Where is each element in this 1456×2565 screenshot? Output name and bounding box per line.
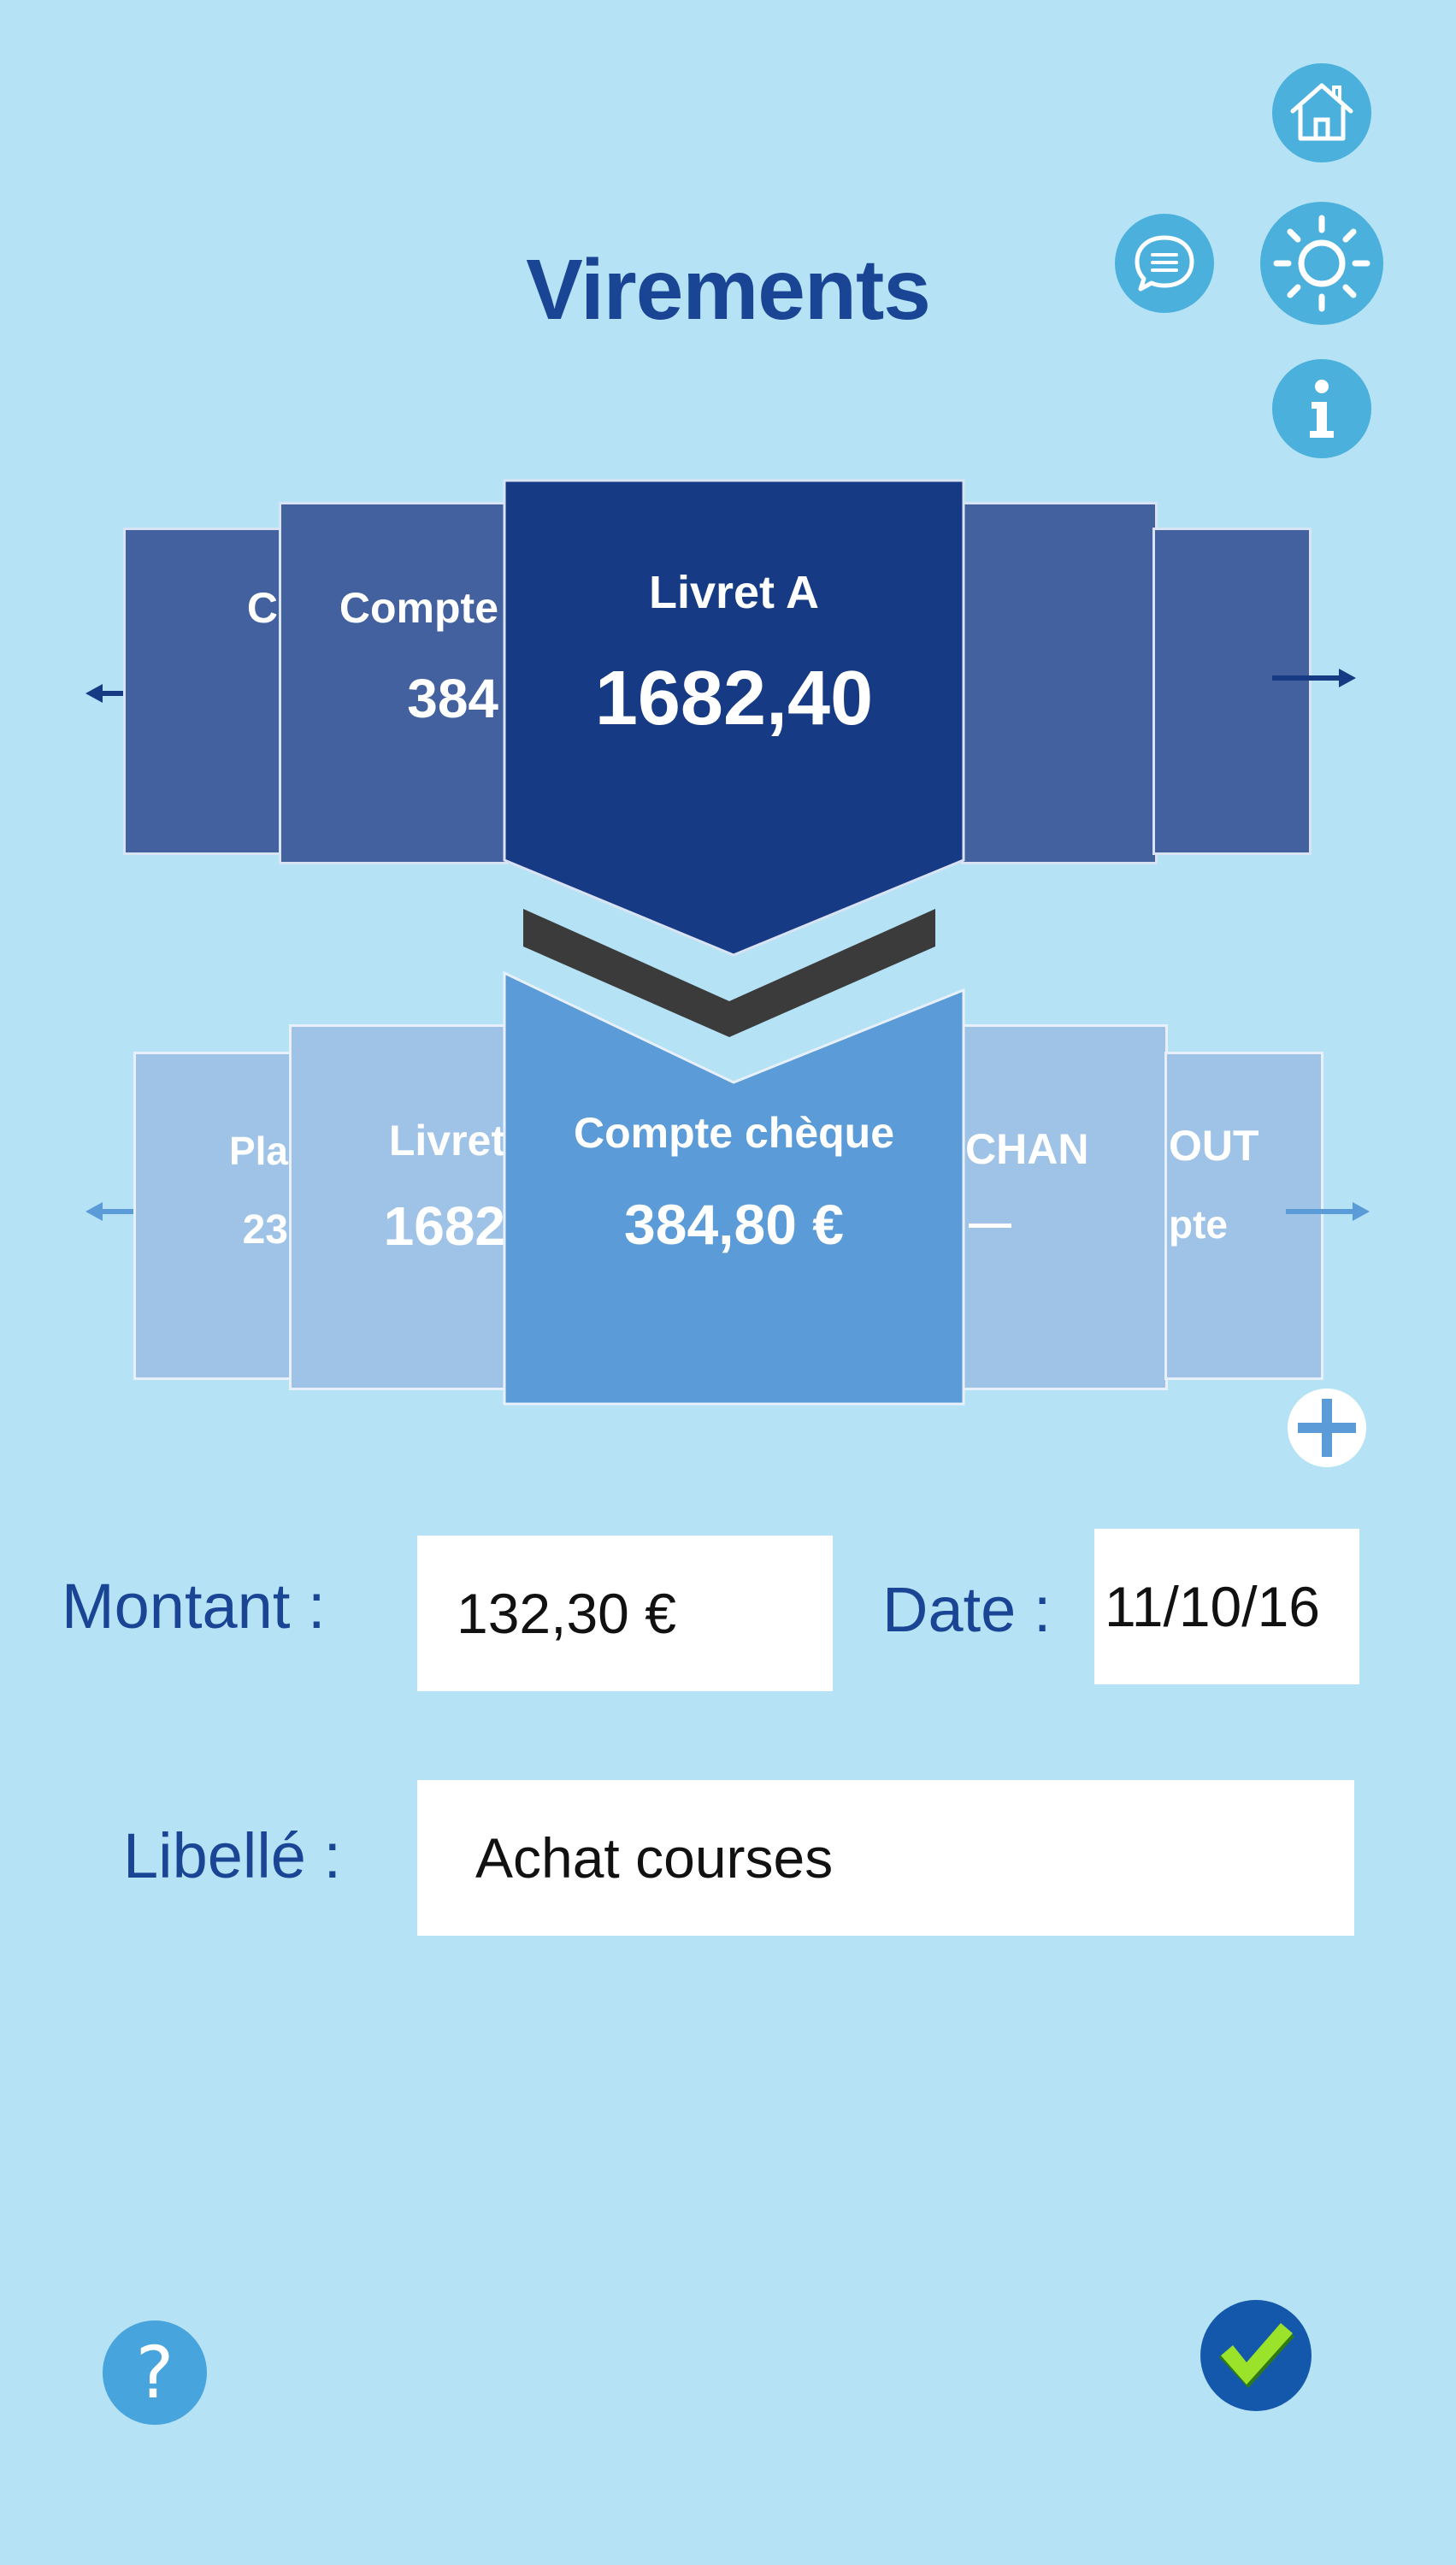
destination-account-selected[interactable] — [503, 971, 965, 1406]
home-icon — [1290, 83, 1353, 141]
wording-input[interactable]: Achat courses — [417, 1780, 1354, 1936]
source-account-selected-balance: 1682,40 — [594, 656, 874, 741]
destination-next-arrow-icon[interactable] — [1282, 1199, 1371, 1224]
destination-account-selected-balance: 384,80 € — [624, 1193, 844, 1256]
destination-account-right[interactable]: CHAN — — [961, 1024, 1168, 1390]
info-icon — [1310, 380, 1334, 438]
plus-icon — [1298, 1399, 1356, 1457]
help-button[interactable]: ? — [103, 2320, 207, 2425]
account-balance: 23 — [242, 1207, 288, 1253]
home-button[interactable] — [1272, 63, 1371, 162]
account-name: Pla — [228, 1129, 288, 1173]
account-name: Livret — [388, 1117, 505, 1165]
amount-input[interactable]: 132,30 € — [417, 1536, 833, 1691]
account-balance: 384 — [407, 668, 498, 729]
source-next-arrow-icon[interactable] — [1269, 665, 1358, 691]
account-balance: — — [969, 1199, 1011, 1247]
wording-label: Libellé : — [123, 1820, 342, 1891]
destination-account-selected-label: Compte chèque — [573, 1109, 895, 1157]
account-balance: 1682 — [383, 1195, 505, 1257]
account-name: C — [246, 584, 278, 632]
account-name: CHAN — [965, 1125, 1089, 1173]
account-subtext: pte — [1169, 1202, 1228, 1247]
source-account-far-right[interactable] — [1152, 528, 1312, 855]
date-label: Date : — [882, 1574, 1052, 1645]
account-name: Compte — [339, 584, 498, 632]
confirm-button[interactable] — [1200, 2300, 1312, 2411]
source-account-selected-label: Livret A — [648, 567, 820, 618]
amount-value: 132,30 € — [457, 1582, 676, 1645]
date-value: 11/10/16 — [1105, 1575, 1321, 1638]
checkmark-icon — [1219, 2323, 1294, 2388]
account-name: OUT — [1169, 1122, 1259, 1170]
source-account-left[interactable]: Compte 384 — [279, 502, 508, 864]
info-button[interactable] — [1272, 359, 1371, 458]
amount-label: Montant : — [62, 1571, 326, 1642]
add-account-button[interactable] — [1288, 1389, 1366, 1467]
source-account-far-left[interactable]: C — [123, 528, 287, 855]
destination-account-far-left[interactable]: Pla 23 — [133, 1052, 298, 1380]
destination-account-left[interactable]: Livret 1682 — [289, 1024, 515, 1390]
help-icon: ? — [135, 2331, 174, 2415]
date-input[interactable]: 11/10/16 — [1094, 1529, 1359, 1684]
source-account-right[interactable] — [961, 502, 1158, 864]
page-title: Virements — [526, 242, 931, 338]
wording-value: Achat courses — [475, 1826, 834, 1890]
